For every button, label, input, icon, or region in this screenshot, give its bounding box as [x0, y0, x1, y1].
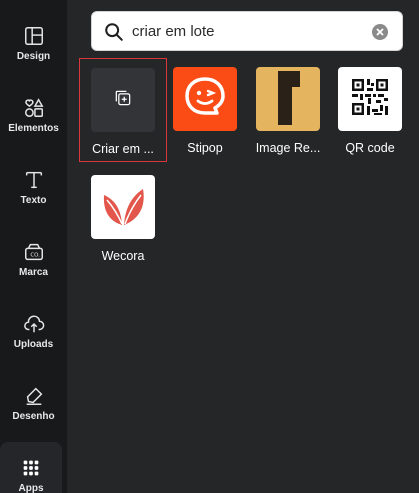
qr-code-icon [338, 67, 402, 131]
app-name: QR code [345, 141, 395, 155]
bulk-create-icon [113, 88, 133, 113]
wecora-logo [91, 175, 155, 239]
shapes-icon [22, 96, 46, 120]
app-name: Wecora [101, 249, 145, 263]
sidebar-item-label: Apps [18, 483, 44, 493]
svg-text:CO.: CO. [30, 253, 40, 259]
app-tile-wecora[interactable]: Wecora [81, 167, 165, 263]
sidebar-item-label: Texto [20, 195, 47, 206]
sidebar-item-elementos[interactable]: Elementos [0, 82, 67, 148]
apps-grid-icon [19, 456, 43, 480]
sidebar-item-label: Uploads [13, 339, 54, 350]
app-thumbnail [91, 68, 155, 132]
clear-search-icon[interactable] [372, 24, 388, 40]
pen-icon [22, 384, 46, 408]
app-thumbnail [91, 175, 155, 239]
sidebar: Design Elementos Texto CO. Marca Uploads… [0, 0, 67, 493]
sidebar-item-apps[interactable]: Apps [0, 442, 62, 493]
app-tile-stipop[interactable]: Stipop [163, 59, 247, 155]
sidebar-item-design[interactable]: Design [0, 10, 67, 76]
app-thumbnail [338, 67, 402, 131]
brand-icon: CO. [22, 240, 46, 264]
app-thumbnail [173, 67, 237, 131]
sidebar-item-texto[interactable]: Texto [0, 154, 67, 220]
image-resize-logo [256, 67, 320, 131]
app-name: Image Re... [255, 141, 321, 155]
search-input[interactable] [132, 12, 362, 50]
app-thumbnail [256, 67, 320, 131]
sidebar-item-uploads[interactable]: Uploads [0, 298, 67, 364]
sidebar-item-label: Elementos [8, 123, 59, 134]
app-tile-criar-em-lote[interactable]: Criar em ... [79, 58, 167, 162]
sidebar-item-label: Marca [19, 267, 48, 278]
sidebar-item-marca[interactable]: CO. Marca [0, 226, 67, 292]
cloud-upload-icon [22, 312, 46, 336]
app-tile-qr-code[interactable]: QR code [328, 59, 412, 155]
app-name: Criar em ... [92, 142, 154, 156]
sidebar-item-label: Design [16, 51, 51, 62]
app-tile-image-resize[interactable]: Image Re... [246, 59, 330, 155]
search-bar[interactable] [91, 11, 403, 51]
text-icon [22, 168, 46, 192]
sidebar-item-label: Desenho [12, 411, 55, 422]
search-icon [103, 21, 125, 43]
app-name: Stipop [187, 141, 223, 155]
layout-icon [22, 24, 46, 48]
stipop-logo [173, 67, 237, 131]
sidebar-item-desenho[interactable]: Desenho [0, 370, 67, 436]
